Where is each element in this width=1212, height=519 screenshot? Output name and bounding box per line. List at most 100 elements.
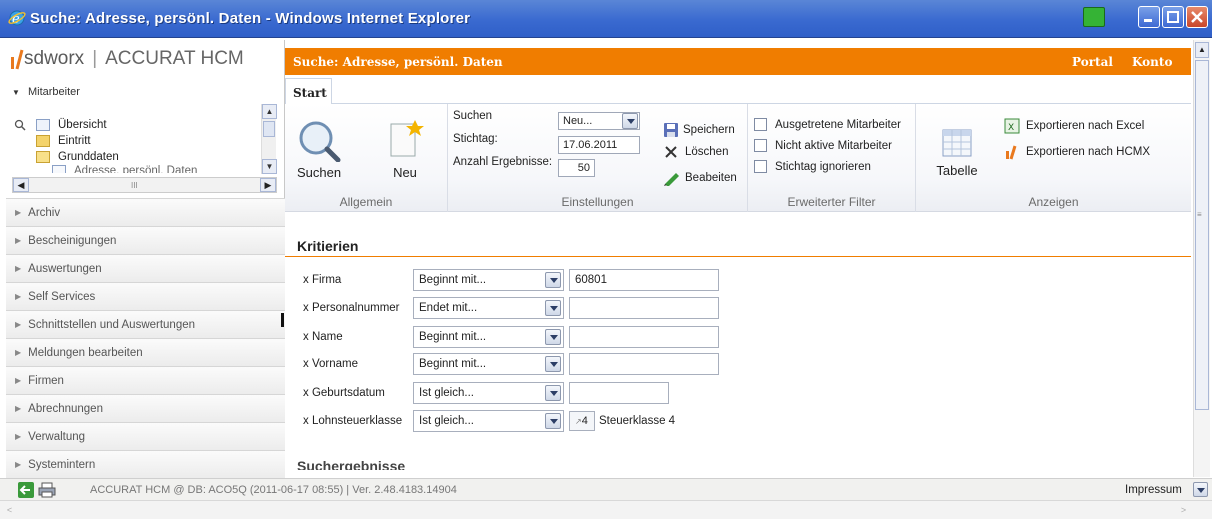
operator-select[interactable]: Ist gleich... [413, 410, 564, 432]
scroll-up-icon[interactable]: ▲ [1195, 42, 1209, 58]
maximize-button[interactable] [1162, 6, 1184, 28]
panel-splitter-handle[interactable] [281, 313, 284, 327]
chevron-down-icon[interactable] [545, 356, 561, 372]
nav-item-label: Auswertungen [28, 262, 102, 275]
nav-item-bescheinigungen[interactable]: ▶ Bescheinigungen [6, 226, 285, 254]
speichern-button[interactable]: Speichern [663, 122, 735, 138]
filter-ausgetretene[interactable]: Ausgetretene Mitarbeiter [754, 118, 901, 131]
scroll-right-icon[interactable]: > [1176, 503, 1191, 518]
neu-button[interactable]: Neu [383, 118, 427, 180]
printer-icon[interactable] [38, 482, 56, 498]
suchen-button[interactable]: Suchen [291, 118, 347, 180]
chevron-down-icon[interactable] [545, 329, 561, 345]
nav-item-meldungen[interactable]: ▶ Meldungen bearbeiten [6, 338, 285, 366]
anzahl-ergebnisse-field[interactable]: 50 [558, 159, 595, 177]
chevron-down-icon[interactable] [545, 300, 561, 316]
operator-value: Beginnt mit... [419, 331, 487, 343]
scroll-left-icon[interactable]: ◀ [13, 178, 29, 192]
nav-item-abrechnungen[interactable]: ▶ Abrechnungen [6, 394, 285, 422]
nav-item-archiv[interactable]: ▶ Archiv [6, 198, 285, 226]
svg-text:X: X [1008, 123, 1014, 133]
export-hcmx-button[interactable]: Exportieren nach HCMX [1004, 144, 1150, 160]
value-input[interactable] [569, 297, 719, 319]
operator-select[interactable]: Beginnt mit... [413, 353, 564, 375]
folder-icon [36, 135, 50, 147]
ribbon-group-einstellungen: Suchen Neu... Stichtag: 17.06.2011 Anzah… [448, 104, 748, 212]
checkbox[interactable] [754, 139, 767, 152]
chevron-down-icon[interactable] [545, 272, 561, 288]
print-tray-icon[interactable] [1083, 7, 1105, 27]
scroll-right-icon[interactable]: ▶ [260, 178, 276, 192]
back-arrow-icon[interactable] [18, 482, 34, 498]
section-header-label: Mitarbeiter [27, 86, 80, 98]
date-input[interactable] [569, 382, 669, 404]
filter-nicht-aktive[interactable]: Nicht aktive Mitarbeiter [754, 139, 892, 152]
scroll-thumb[interactable] [263, 121, 275, 137]
tree-item-label: Übersicht [58, 119, 107, 131]
expand-arrow-icon: ▶ [15, 432, 22, 441]
tree-item-label: Adresse, persönl. Daten [74, 165, 198, 173]
expand-arrow-icon: ▶ [15, 376, 22, 385]
operator-select[interactable]: Endet mit... [413, 297, 564, 319]
chevron-down-icon[interactable] [545, 413, 561, 429]
main-vertical-scrollbar[interactable]: ▲ ≡ [1193, 40, 1210, 477]
nav-item-label: Systemintern [28, 458, 96, 471]
stichtag-field[interactable]: 17.06.2011 [558, 136, 640, 154]
checkbox[interactable] [754, 160, 767, 173]
nav-item-systemintern[interactable]: ▶ Systemintern [6, 450, 285, 478]
chevron-down-icon[interactable] [622, 113, 638, 129]
expand-arrow-icon: ▶ [15, 208, 22, 217]
neu-label: Neu [393, 165, 417, 180]
chevron-down-icon[interactable] [545, 385, 561, 401]
close-button[interactable] [1186, 6, 1208, 28]
lookup-value: 4 [581, 415, 588, 427]
nav-item-firmen[interactable]: ▶ Firmen [6, 366, 285, 394]
value-input[interactable] [569, 353, 719, 375]
tree-item-uebersicht[interactable]: Übersicht [36, 117, 107, 133]
loeschen-button[interactable]: Löschen [663, 144, 728, 160]
nav-item-auswertungen[interactable]: ▶ Auswertungen [6, 254, 285, 282]
tree-vertical-scrollbar[interactable]: ▲ ▼ [261, 104, 277, 174]
export-excel-button[interactable]: X Exportieren nach Excel [1004, 118, 1144, 134]
page-header-bar: Suche: Adresse, persönl. Daten Portal Ko… [285, 48, 1191, 75]
operator-value: Endet mit... [419, 302, 478, 314]
nav-item-label: Firmen [28, 374, 64, 387]
tab-start[interactable]: Start [285, 78, 332, 105]
search-icon[interactable] [14, 119, 26, 131]
group-label-filter: Erweiterter Filter [787, 195, 876, 209]
impressum-link[interactable]: Impressum [1125, 484, 1182, 496]
minimize-button[interactable] [1138, 6, 1160, 28]
tree-item-grunddaten[interactable]: Grunddaten [36, 149, 119, 165]
tabelle-button[interactable]: Tabelle [932, 126, 982, 178]
value-input[interactable]: 60801 [569, 269, 719, 291]
konto-link[interactable]: Konto [1132, 55, 1172, 69]
speichern-label: Speichern [683, 124, 735, 136]
chevron-down-icon[interactable] [1193, 482, 1208, 497]
scroll-thumb[interactable] [1195, 60, 1209, 410]
operator-value: Ist gleich... [419, 387, 474, 399]
nav-item-schnittstellen[interactable]: ▶ Schnittstellen und Auswertungen [6, 310, 285, 338]
window-horizontal-scrollbar[interactable]: < > [0, 500, 1212, 519]
tree-item-eintritt[interactable]: Eintritt [36, 133, 91, 149]
nav-item-verwaltung[interactable]: ▶ Verwaltung [6, 422, 285, 450]
checkbox[interactable] [754, 118, 767, 131]
folder-open-icon [36, 151, 50, 163]
collapse-triangle-icon: ▼ [12, 88, 20, 97]
export-hcmx-label: Exportieren nach HCMX [1026, 146, 1150, 158]
filter-stichtag-ignorieren[interactable]: Stichtag ignorieren [754, 160, 871, 173]
scroll-up-icon[interactable]: ▲ [262, 104, 277, 119]
scroll-left-icon[interactable]: < [2, 503, 17, 518]
value-input[interactable] [569, 326, 719, 348]
lookup-field[interactable]: ↗4 [569, 411, 595, 431]
tree-item-adresse[interactable]: Adresse, persönl. Daten [52, 165, 197, 173]
bearbeiten-button[interactable]: Beabeiten [663, 170, 737, 186]
operator-select[interactable]: Beginnt mit... [413, 326, 564, 348]
suchen-dropdown[interactable]: Neu... [558, 112, 640, 130]
nav-item-self-services[interactable]: ▶ Self Services [6, 282, 285, 310]
scroll-down-icon[interactable]: ▼ [262, 159, 277, 174]
tree-horizontal-scrollbar[interactable]: ◀ III ▶ [12, 177, 277, 193]
mitarbeiter-section-toggle[interactable]: ▼ Mitarbeiter [12, 86, 80, 98]
operator-select[interactable]: Ist gleich... [413, 382, 564, 404]
portal-link[interactable]: Portal [1072, 55, 1113, 69]
operator-select[interactable]: Beginnt mit... [413, 269, 564, 291]
